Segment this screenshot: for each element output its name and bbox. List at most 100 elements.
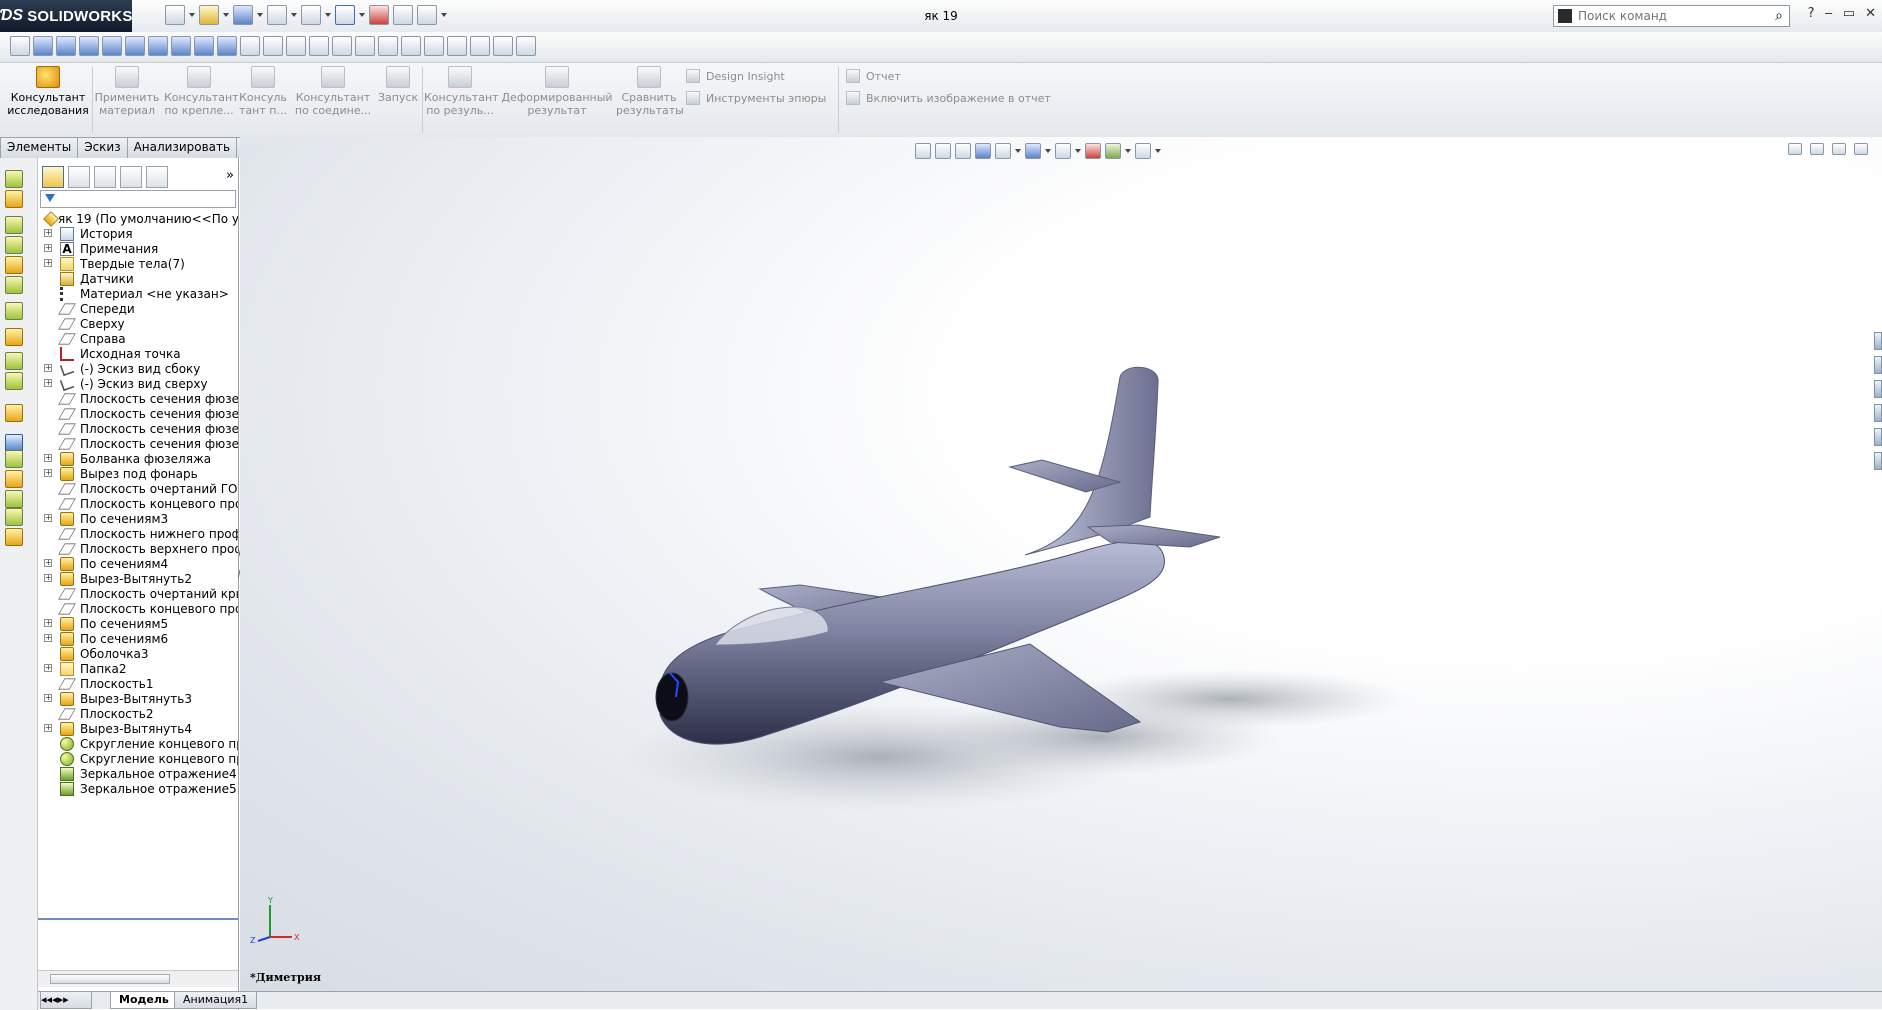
fillet-icon[interactable] (5, 302, 23, 320)
expand-icon[interactable]: + (44, 454, 52, 462)
results-advisor-button[interactable]: Консультант по резуль... (424, 66, 499, 117)
expand-icon[interactable]: + (44, 259, 52, 267)
section-view-icon[interactable] (378, 36, 398, 56)
rollback-bar[interactable] (38, 918, 238, 920)
tree-item[interactable]: Зеркальное отражение5 (38, 780, 238, 798)
expand-icon[interactable]: + (44, 364, 52, 372)
expand-icon[interactable]: + (44, 229, 52, 237)
search-icon[interactable]: ⌕ (1775, 8, 1783, 24)
expand-icon[interactable]: + (44, 244, 52, 252)
zoom-area-icon[interactable] (286, 36, 306, 56)
view-settings-icon[interactable] (493, 36, 513, 56)
extruded-cut-icon[interactable] (5, 276, 23, 294)
tab-animation1[interactable]: Анимация1 (174, 992, 258, 1009)
reference-geometry-icon[interactable] (5, 450, 23, 468)
isometric-view-icon[interactable] (171, 36, 191, 56)
help-button[interactable]: ? (1808, 6, 1815, 21)
expand-icon[interactable]: + (44, 664, 52, 672)
orientation-triad: Y X Z (250, 897, 300, 945)
command-search[interactable]: ⌕ (1553, 5, 1790, 27)
connections-advisor-button[interactable]: Консультант по соедине... (292, 66, 374, 117)
dimxpert-manager-tab-icon[interactable] (120, 166, 142, 188)
report-button[interactable]: Отчет (846, 69, 901, 83)
pan-view-icon[interactable] (355, 36, 375, 56)
top-view-icon[interactable] (125, 36, 145, 56)
trimetric-view-icon[interactable] (194, 36, 214, 56)
lofted-boss-icon[interactable] (5, 236, 23, 254)
sketch-icon[interactable] (240, 36, 260, 56)
minimize-button[interactable]: ‒ (1825, 6, 1833, 21)
point-icon[interactable] (5, 528, 23, 546)
extruded-boss-icon[interactable] (5, 170, 23, 188)
task-pane-tab[interactable] (1874, 356, 1882, 374)
pattern-icon[interactable] (5, 328, 23, 346)
expand-icon[interactable]: + (44, 379, 52, 387)
zoom-fit-icon[interactable] (263, 36, 283, 56)
tab-2[interactable]: Анализировать (126, 137, 238, 158)
appearance-icon[interactable] (447, 36, 467, 56)
instant3d-icon[interactable] (5, 490, 23, 508)
deformed-result-button[interactable]: Деформированный результат (500, 66, 614, 117)
left-view-icon[interactable] (79, 36, 99, 56)
swept-boss-icon[interactable] (5, 216, 23, 234)
axis-icon[interactable] (5, 508, 23, 526)
search-input[interactable] (1576, 8, 1760, 24)
study-advisor-button[interactable]: Консультант исследования (6, 66, 90, 117)
feature-tree-tab-icon[interactable] (42, 166, 64, 188)
expand-icon[interactable]: + (44, 514, 52, 522)
compare-results-button[interactable]: Сравнить результаты (616, 66, 684, 117)
task-pane-tab[interactable] (1874, 380, 1882, 398)
hide-show-icon[interactable] (424, 36, 444, 56)
expand-icon[interactable]: + (44, 724, 52, 732)
expand-icon[interactable]: + (44, 694, 52, 702)
tab-0[interactable]: Элементы (0, 137, 79, 158)
curves-icon[interactable] (5, 470, 23, 488)
front-view-icon[interactable] (33, 36, 53, 56)
tab-model[interactable]: Модель (110, 992, 178, 1009)
include-image-button[interactable]: Включить изображение в отчет (846, 91, 1051, 105)
maximize-button[interactable]: ▭ (1843, 6, 1855, 21)
back-view-icon[interactable] (56, 36, 76, 56)
boundary-boss-icon[interactable] (5, 256, 23, 274)
configuration-manager-tab-icon[interactable] (94, 166, 116, 188)
close-button[interactable]: ✕ (1865, 6, 1876, 21)
revolve-boss-icon[interactable] (5, 190, 23, 208)
tab-1[interactable]: Эскиз (77, 137, 128, 158)
scene-icon[interactable] (470, 36, 490, 56)
property-manager-tab-icon[interactable] (68, 166, 90, 188)
expand-icon[interactable]: + (44, 469, 52, 477)
design-insight-button[interactable]: Design Insight (686, 69, 785, 83)
bottom-view-icon[interactable] (148, 36, 168, 56)
right-view-icon[interactable] (102, 36, 122, 56)
scrollbar-thumb[interactable] (50, 974, 170, 984)
display-style-icon[interactable] (401, 36, 421, 56)
expand-icon[interactable]: + (44, 559, 52, 567)
task-pane-tab[interactable] (1874, 404, 1882, 422)
run-button[interactable]: Запуск (378, 66, 418, 104)
3d-box-icon[interactable] (516, 36, 536, 56)
task-pane-tab[interactable] (1874, 452, 1882, 470)
expand-icon[interactable]: + (44, 634, 52, 642)
loads-advisor-button[interactable]: Консуль тант п... (238, 66, 288, 117)
previous-view-icon[interactable] (309, 36, 329, 56)
shell-icon[interactable] (5, 404, 23, 422)
fixtures-advisor-button[interactable]: Консультант по крепле... (164, 66, 239, 117)
rib-icon[interactable] (5, 352, 23, 370)
plot-tools-button[interactable]: Инструменты эпюры (686, 91, 826, 105)
task-pane-tab[interactable] (1874, 428, 1882, 446)
draft-icon[interactable] (5, 372, 23, 390)
normal-to-icon[interactable] (10, 36, 30, 56)
rotate-view-icon[interactable] (332, 36, 352, 56)
graphics-area[interactable]: Y X Z *Диметрия (240, 137, 1882, 991)
dimetric-view-icon[interactable] (217, 36, 237, 56)
airplane-model[interactable] (240, 137, 1882, 991)
expand-icon[interactable]: + (44, 619, 52, 627)
tab-scroll-arrows[interactable]: ◂◂◂▸▸ (40, 992, 92, 1009)
display-manager-tab-icon[interactable] (146, 166, 168, 188)
task-pane-tab[interactable] (1874, 332, 1882, 350)
more-tabs-button[interactable]: » (226, 168, 234, 183)
tree-filter-input[interactable] (40, 190, 236, 208)
apply-material-button[interactable]: Применить материал (94, 66, 160, 117)
expand-icon[interactable]: + (44, 574, 52, 582)
feature-tree-scrollbar[interactable] (38, 970, 238, 987)
